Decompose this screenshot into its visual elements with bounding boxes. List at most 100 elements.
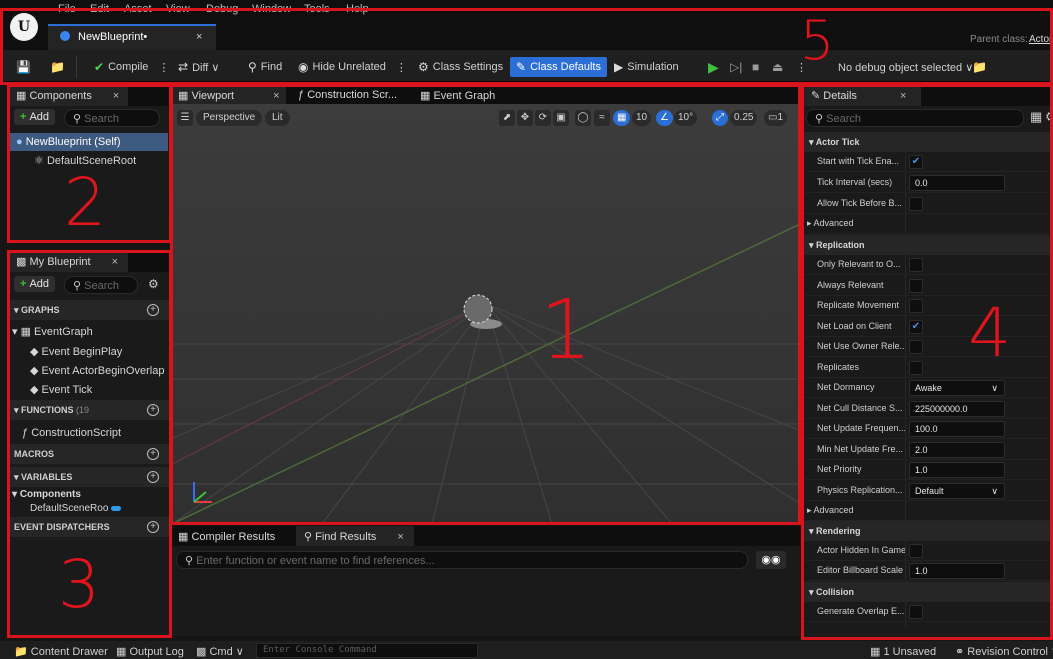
scale-snap-value[interactable]: 0.25 (730, 110, 758, 126)
menu-window[interactable]: Window (252, 3, 291, 15)
stop-icon[interactable]: ■ (752, 59, 759, 75)
tree-event-tick[interactable]: ◆ Event Tick (30, 383, 92, 396)
class-defaults-button[interactable]: ✎ Class Defaults (510, 57, 607, 77)
table-view-icon[interactable]: ▦ (1030, 109, 1042, 125)
section-replication[interactable]: ▾ Replication (803, 235, 1053, 255)
browse-icon[interactable]: 📁 (50, 59, 65, 75)
add-component-button[interactable]: + Add (14, 109, 56, 125)
add-variable-icon[interactable]: + (147, 471, 159, 483)
gen-overlap-checkbox[interactable] (909, 605, 923, 619)
coordinate-space-icon[interactable]: ◯ (575, 110, 591, 126)
lit-button[interactable]: Lit (265, 110, 290, 126)
start-tick-checkbox[interactable]: ✔ (909, 155, 923, 169)
tree-variable-default-scene-root[interactable]: DefaultSceneRoo (30, 503, 122, 514)
grid-snap-value[interactable]: 10 (632, 110, 652, 126)
net-cull-field[interactable]: 225000000.0 (909, 401, 1005, 417)
unsaved-button[interactable]: ▦ 1 Unsaved (870, 645, 936, 658)
select-tool-icon[interactable]: ⬈ (499, 110, 515, 126)
add-member-button[interactable]: + Add (14, 276, 56, 292)
eject-icon[interactable]: ⏏ (772, 59, 783, 75)
tree-components-group[interactable]: ▾ Components (12, 489, 81, 500)
save-icon[interactable]: 💾 (16, 59, 31, 75)
gear-icon[interactable]: ⚙ (148, 277, 159, 291)
menu-help[interactable]: Help (346, 3, 369, 15)
close-icon[interactable]: × (112, 256, 118, 268)
diff-button[interactable]: ⇄ Diff ∨ (178, 59, 219, 75)
net-priority-field[interactable]: 1.0 (909, 462, 1005, 478)
close-icon[interactable]: × (273, 90, 279, 102)
viewport-menu-icon[interactable]: ☰ (177, 110, 193, 126)
play-icon[interactable]: ▶ (708, 59, 719, 75)
tick-interval-field[interactable]: 0.0 (909, 175, 1005, 191)
physics-rep-select[interactable]: Default ∨ (909, 483, 1005, 499)
close-icon[interactable]: × (397, 531, 403, 543)
angle-snap-toggle[interactable]: ∠ (656, 110, 673, 126)
tab-viewport[interactable]: ▦ Viewport × (172, 86, 286, 104)
net-use-owner-checkbox[interactable] (909, 340, 923, 354)
revision-control-button[interactable]: ⚭ Revision Control ∨ (955, 645, 1053, 658)
allow-tick-checkbox[interactable] (909, 197, 923, 211)
simulation-button[interactable]: ▶ Simulation (614, 59, 679, 75)
parent-class-link[interactable]: Actor (1029, 34, 1052, 45)
menu-tools[interactable]: Tools (304, 3, 330, 15)
gear-icon[interactable]: ⚙ (1045, 109, 1053, 125)
minimize-icon[interactable]: — (1013, 3, 1024, 15)
surface-snap-icon[interactable]: ≈ (594, 110, 610, 126)
event-dispatchers-section-header[interactable]: EVENT DISPATCHERS (8, 517, 170, 537)
macros-section-header[interactable]: MACROS (8, 444, 170, 464)
output-log-button[interactable]: ▦ Output Log (116, 645, 184, 658)
add-function-icon[interactable]: + (147, 404, 159, 416)
find-button[interactable]: ⚲ Find (248, 59, 282, 75)
always-relevant-checkbox[interactable] (909, 279, 923, 293)
add-dispatcher-icon[interactable]: + (147, 521, 159, 533)
close-icon[interactable]: × (900, 90, 906, 102)
camera-speed-button[interactable]: ▭1 (764, 110, 788, 126)
net-update-field[interactable]: 100.0 (909, 421, 1005, 437)
row-advanced-tick[interactable]: ▸ Advanced (803, 214, 1053, 234)
tree-event-actorbeginoverlap[interactable]: ◆ Event ActorBeginOverlap (30, 364, 164, 377)
components-search-input[interactable]: ⚲ Search (64, 109, 160, 127)
tree-construction-script[interactable]: ƒ ConstructionScript (22, 427, 121, 439)
component-self[interactable]: ● NewBlueprint (Self) (16, 136, 120, 148)
debug-browse-icon[interactable]: 📁 (972, 59, 987, 75)
scale-tool-icon[interactable]: ▣ (553, 110, 569, 126)
hide-unrelated-button[interactable]: ◉ Hide Unrelated ⋮ (298, 59, 407, 75)
only-relevant-checkbox[interactable] (909, 258, 923, 272)
graphs-section-header[interactable]: ▾ GRAPHS (8, 300, 170, 320)
content-drawer-button[interactable]: 📁 Content Drawer (14, 645, 108, 658)
rotate-tool-icon[interactable]: ⟳ (535, 110, 551, 126)
unreal-logo-icon[interactable]: U (10, 13, 38, 41)
step-icon[interactable]: ▷| (730, 59, 742, 75)
cmd-dropdown[interactable]: ▩ Cmd ∨ (196, 645, 244, 658)
variables-section-header[interactable]: ▾ VARIABLES (8, 467, 170, 487)
tab-details[interactable]: ✎ Details × (803, 86, 921, 106)
tab-event-graph[interactable]: ▦ Event Graph (420, 89, 495, 102)
scale-snap-toggle[interactable]: ⤢ (712, 110, 728, 126)
billboard-scale-field[interactable]: 1.0 (909, 563, 1005, 579)
menu-edit[interactable]: Edit (90, 3, 109, 15)
replicate-movement-checkbox[interactable] (909, 299, 923, 313)
replicates-checkbox[interactable] (909, 361, 923, 375)
add-macro-icon[interactable]: + (147, 448, 159, 460)
debug-object-dropdown[interactable]: No debug object selected ∨ (838, 59, 973, 75)
close-icon[interactable]: × (196, 31, 202, 43)
my-blueprint-search-input[interactable]: ⚲ Search (64, 276, 138, 294)
details-search-input[interactable]: ⚲ Search (806, 109, 1024, 127)
add-graph-icon[interactable]: + (147, 304, 159, 316)
functions-section-header[interactable]: ▾ FUNCTIONS (19 (8, 400, 170, 420)
menu-file[interactable]: File (58, 3, 76, 15)
menu-asset[interactable]: Asset (124, 3, 152, 15)
section-rendering[interactable]: ▾ Rendering (803, 521, 1053, 541)
net-load-checkbox[interactable]: ✔ (909, 320, 923, 334)
row-advanced-replication[interactable]: ▸ Advanced (803, 501, 1053, 521)
class-settings-button[interactable]: ⚙ Class Settings (418, 59, 503, 75)
angle-snap-value[interactable]: 10° (674, 110, 698, 126)
tab-my-blueprint[interactable]: ▩ My Blueprint × (10, 252, 128, 272)
translate-tool-icon[interactable]: ✥ (517, 110, 533, 126)
perspective-button[interactable]: Perspective (196, 110, 263, 126)
compile-button[interactable]: ✔ Compile ⋮ (94, 59, 169, 75)
actor-hidden-checkbox[interactable] (909, 544, 923, 558)
tab-newblueprint[interactable]: NewBlueprint• × (48, 24, 216, 50)
tab-components[interactable]: ▦ Components × (10, 86, 128, 106)
min-net-update-field[interactable]: 2.0 (909, 442, 1005, 458)
